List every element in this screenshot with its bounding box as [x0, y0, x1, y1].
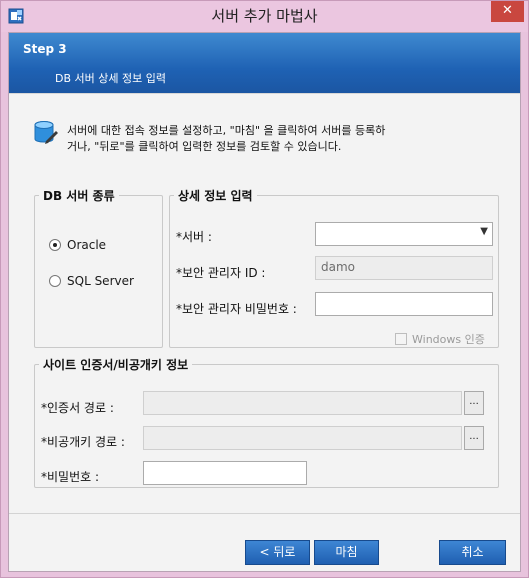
cert-password-field[interactable]	[143, 461, 307, 485]
radio-oracle-button[interactable]	[49, 239, 61, 251]
chevron-down-icon: ▼	[480, 226, 488, 237]
cert-password-label: *비밀번호 :	[41, 470, 100, 484]
cancel-button[interactable]: 취소	[439, 540, 506, 565]
title-bar[interactable]: 서버 추가 마법사 ✕	[1, 1, 528, 32]
close-icon: ✕	[502, 3, 513, 18]
admin-password-field[interactable]	[315, 292, 493, 316]
wizard-body: 서버에 대한 접속 정보를 설정하고, "마침" 을 클릭하여 서버를 등록하 …	[9, 93, 520, 513]
admin-id-label: *보안 관리자 ID :	[176, 266, 266, 280]
cert-path-field[interactable]	[143, 391, 462, 415]
radio-oracle-label: Oracle	[67, 238, 107, 252]
info-line-2: 거나, "뒤로"를 클릭하여 입력한 정보를 검토할 수 있습니다.	[67, 140, 342, 153]
key-path-label: *비공개키 경로 :	[41, 435, 125, 449]
cert-group: 사이트 인증서/비공개키 정보 *인증서 경로 : ... *비공개키 경로 :…	[34, 356, 499, 488]
detail-group: 상세 정보 입력 *서버 : ▼ *보안 관리자 ID : damo *보안 관…	[169, 187, 499, 348]
windows-auth-label: Windows 인증	[412, 333, 485, 346]
info-line-1: 서버에 대한 접속 정보를 설정하고, "마침" 을 클릭하여 서버를 등록하	[67, 124, 386, 137]
key-browse-button[interactable]: ...	[464, 426, 484, 450]
detail-legend: 상세 정보 입력	[178, 189, 253, 203]
radio-oracle[interactable]: Oracle	[49, 238, 106, 252]
wizard-client: Step 3 DB 서버 상세 정보 입력 서버에 대한 접속 정보를 설정하고…	[8, 32, 521, 572]
button-bar: < 뒤로 마침 취소	[9, 513, 520, 571]
radio-sql-server[interactable]: SQL Server	[49, 274, 134, 288]
wizard-window: 서버 추가 마법사 ✕ Step 3 DB 서버 상세 정보 입력 서버에 대한…	[0, 0, 529, 578]
window-title: 서버 추가 마법사	[211, 7, 318, 25]
db-type-legend: DB 서버 종류	[43, 189, 115, 203]
back-button[interactable]: < 뒤로	[245, 540, 310, 565]
cert-legend: 사이트 인증서/비공개키 정보	[43, 358, 189, 372]
step-subtitle: DB 서버 상세 정보 입력	[55, 72, 166, 85]
close-button[interactable]: ✕	[491, 1, 524, 22]
radio-sql-server-label: SQL Server	[67, 274, 134, 288]
windows-auth-box[interactable]	[395, 333, 407, 345]
step-label: Step 3	[23, 42, 67, 56]
cert-path-label: *인증서 경로 :	[41, 401, 114, 415]
key-path-field[interactable]	[143, 426, 462, 450]
server-select[interactable]: ▼	[315, 222, 493, 246]
admin-id-field[interactable]: damo	[315, 256, 493, 280]
finish-button[interactable]: 마침	[314, 540, 379, 565]
windows-auth-checkbox[interactable]: Windows 인증	[395, 331, 485, 347]
server-label: *서버 :	[176, 230, 212, 244]
step-header: Step 3 DB 서버 상세 정보 입력	[9, 33, 520, 93]
db-type-group: DB 서버 종류 Oracle SQL Server	[34, 187, 163, 348]
admin-password-label: *보안 관리자 비밀번호 :	[176, 302, 297, 316]
radio-sql-server-button[interactable]	[49, 275, 61, 287]
database-icon	[34, 121, 58, 144]
cert-browse-button[interactable]: ...	[464, 391, 484, 415]
info-text: 서버에 대한 접속 정보를 설정하고, "마침" 을 클릭하여 서버를 등록하 …	[67, 123, 497, 155]
